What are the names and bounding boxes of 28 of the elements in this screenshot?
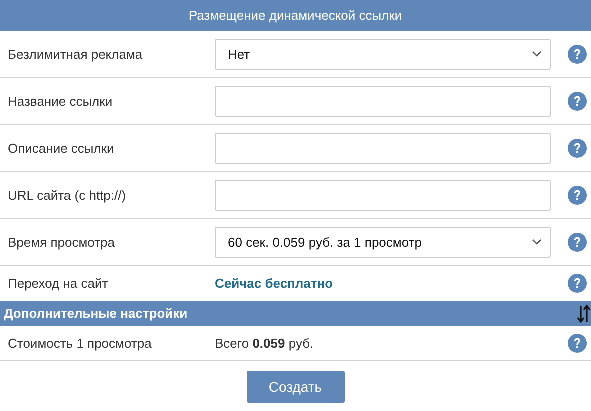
field-label: Описание ссылки: [7, 140, 116, 156]
dropdown[interactable]: 60 сек. 0.059 руб. за 1 просмотр: [215, 226, 551, 258]
field-label: Переход на сайт: [7, 276, 110, 291]
chevron-down-icon: [532, 51, 542, 57]
value-text: Сейчас бесплатно: [215, 276, 334, 291]
section-bar[interactable]: Дополнительные настройки: [0, 301, 591, 326]
input-field[interactable]: [215, 180, 551, 210]
input-field[interactable]: [215, 132, 551, 164]
help-icon[interactable]: [568, 186, 587, 204]
field-label: Стоимость 1 просмотра: [7, 336, 153, 350]
help-icon[interactable]: [568, 232, 587, 252]
form-header: Размещение динамической ссылки: [0, 0, 591, 31]
dropdown[interactable]: Нет: [215, 38, 551, 70]
field-label: URL сайта (с http://): [7, 188, 128, 202]
field-label: Время просмотра: [7, 234, 116, 250]
create-button[interactable]: Создать: [246, 371, 344, 403]
price-text: Всего 0.059 руб.: [215, 336, 314, 350]
chevron-down-icon: [532, 239, 542, 245]
input-field[interactable]: [215, 86, 551, 116]
help-icon[interactable]: [568, 44, 587, 64]
help-icon[interactable]: [568, 334, 587, 352]
field-label: Безлимитная реклама: [7, 46, 144, 62]
field-label: Название ссылки: [7, 94, 114, 108]
help-icon[interactable]: [568, 92, 587, 110]
section-title: Дополнительные настройки: [4, 306, 188, 321]
help-icon[interactable]: [568, 138, 587, 158]
help-icon[interactable]: [568, 274, 587, 293]
sort-arrows-icon[interactable]: [577, 304, 591, 324]
